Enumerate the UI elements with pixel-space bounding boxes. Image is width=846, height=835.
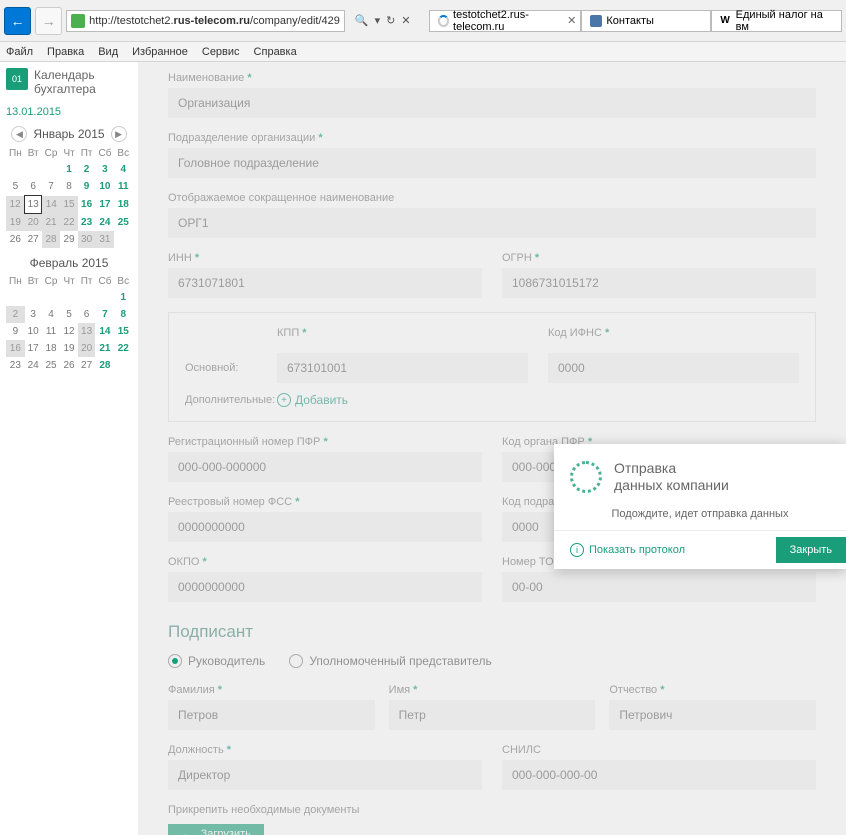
position-input[interactable] xyxy=(168,760,482,790)
popup-title: Отправкаданных компании xyxy=(614,460,729,494)
tab-active[interactable]: testotchet2.rus-telecom.ru ✕ xyxy=(429,10,582,32)
label-middlename: Отчество xyxy=(609,684,657,696)
label-name: Наименование xyxy=(168,72,244,84)
label-unit: Подразделение организации xyxy=(168,132,315,144)
sending-popup: Отправкаданных компании Подождите, идет … xyxy=(554,444,846,569)
label-shortname: Отображаемое сокращенное наименование xyxy=(168,192,816,204)
sidebar: 01 Календарьбухгалтера 13.01.2015 ◀ Янва… xyxy=(0,62,138,835)
unit-input[interactable] xyxy=(168,148,816,178)
menu-edit[interactable]: Правка xyxy=(47,46,84,58)
kpp-input[interactable] xyxy=(277,353,528,383)
menu-service[interactable]: Сервис xyxy=(202,46,240,58)
site-icon xyxy=(71,14,85,28)
label-attach: Прикрепить необходимые документы xyxy=(168,804,816,816)
label-ifns: Код ИФНС xyxy=(548,327,602,339)
loading-icon xyxy=(438,15,450,27)
refresh-icon[interactable]: ↻ xyxy=(386,14,395,27)
middlename-input[interactable] xyxy=(609,700,816,730)
sidebar-title: Календарьбухгалтера xyxy=(34,68,96,96)
label-position: Должность xyxy=(168,744,224,756)
show-protocol-link[interactable]: i Показать протокол xyxy=(570,543,685,557)
label-kpp: КПП xyxy=(277,327,299,339)
tab-contacts[interactable]: Контакты xyxy=(581,10,711,32)
wikipedia-icon: W xyxy=(720,15,731,27)
radio-leader[interactable]: Руководитель xyxy=(168,654,265,668)
label-lastname: Фамилия xyxy=(168,684,215,696)
popup-message: Подождите, идет отправка данных xyxy=(554,494,846,530)
browser-tabs: testotchet2.rus-telecom.ru ✕ Контакты W … xyxy=(429,10,842,32)
spinner-icon xyxy=(570,461,602,493)
menu-help[interactable]: Справка xyxy=(254,46,297,58)
inn-input[interactable] xyxy=(168,268,482,298)
label-pfr-reg: Регистрационный номер ПФР xyxy=(168,436,320,448)
label-extra: Дополнительные: xyxy=(185,394,265,406)
ogrn-input[interactable] xyxy=(502,268,816,298)
togs-input[interactable] xyxy=(502,572,816,602)
forward-button[interactable]: → xyxy=(35,7,62,35)
month-label: Январь 2015 xyxy=(33,127,104,141)
fss-reg-input[interactable] xyxy=(168,512,482,542)
plus-icon: + xyxy=(277,393,291,407)
info-icon: i xyxy=(570,543,584,557)
tab-label: Единый налог на вм xyxy=(736,9,833,33)
radio-icon xyxy=(168,654,182,668)
label-snils: СНИЛС xyxy=(502,744,816,756)
tab-label: testotchet2.rus-telecom.ru xyxy=(453,9,572,33)
next-month-icon[interactable]: ▶ xyxy=(111,126,127,142)
main-content: Наименование * Подразделение организации… xyxy=(138,62,846,835)
close-icon[interactable]: ✕ xyxy=(567,14,576,27)
okpo-input[interactable] xyxy=(168,572,482,602)
radio-icon xyxy=(289,654,303,668)
name-input[interactable] xyxy=(168,88,816,118)
stop-icon[interactable]: ✕ xyxy=(401,14,410,27)
calendar-icon: 01 xyxy=(6,68,28,90)
radio-representative[interactable]: Уполномоченный представитель xyxy=(289,654,491,668)
signer-heading: Подписант xyxy=(168,622,816,642)
label-fss-reg: Реестровый номер ФСС xyxy=(168,496,292,508)
kpp-group: КПП * Код ИФНС * Основной: Дополнительны… xyxy=(168,312,816,422)
label-main: Основной: xyxy=(185,362,265,374)
label-firstname: Имя xyxy=(389,684,410,696)
address-bar[interactable]: http://testotchet2.rus-telecom.ru/compan… xyxy=(66,10,345,32)
menu-bar: Файл Правка Вид Избранное Сервис Справка xyxy=(0,42,846,62)
address-tools: 🔍 ▾ ↻ ✕ xyxy=(349,14,417,27)
firstname-input[interactable] xyxy=(389,700,596,730)
separator: ▾ xyxy=(375,14,381,27)
url-text: http://testotchet2.rus-telecom.ru/compan… xyxy=(89,15,340,27)
popup-close-button[interactable]: Закрыть xyxy=(776,537,846,563)
back-button[interactable]: ← xyxy=(4,7,31,35)
menu-favorites[interactable]: Избранное xyxy=(132,46,188,58)
label-ogrn: ОГРН xyxy=(502,252,532,264)
label-inn: ИНН xyxy=(168,252,192,264)
search-icon[interactable]: 🔍 xyxy=(355,14,369,27)
calendar-january[interactable]: ПнВтСрЧтПтСбВс 1234 567891011 1213141516… xyxy=(6,146,133,248)
browser-toolbar: ← → http://testotchet2.rus-telecom.ru/co… xyxy=(0,0,846,42)
lastname-input[interactable] xyxy=(168,700,375,730)
month-label-2: Февраль 2015 xyxy=(30,256,109,270)
tab-label: Контакты xyxy=(606,15,654,27)
upload-button[interactable]: Загрузитьдокументы xyxy=(168,824,264,835)
menu-view[interactable]: Вид xyxy=(98,46,118,58)
vk-icon xyxy=(590,15,602,27)
menu-file[interactable]: Файл xyxy=(6,46,33,58)
add-button[interactable]: + Добавить xyxy=(277,393,348,407)
today-date: 13.01.2015 xyxy=(6,106,132,118)
snils-input[interactable] xyxy=(502,760,816,790)
calendar-february[interactable]: ПнВтСрЧтПтСбВс 1 2345678 9101112131415 1… xyxy=(6,274,132,374)
tab-wiki[interactable]: W Единый налог на вм xyxy=(711,10,842,32)
prev-month-icon[interactable]: ◀ xyxy=(11,126,27,142)
label-okpo: ОКПО xyxy=(168,556,199,568)
shortname-input[interactable] xyxy=(168,208,816,238)
pfr-reg-input[interactable] xyxy=(168,452,482,482)
ifns-input[interactable] xyxy=(548,353,799,383)
